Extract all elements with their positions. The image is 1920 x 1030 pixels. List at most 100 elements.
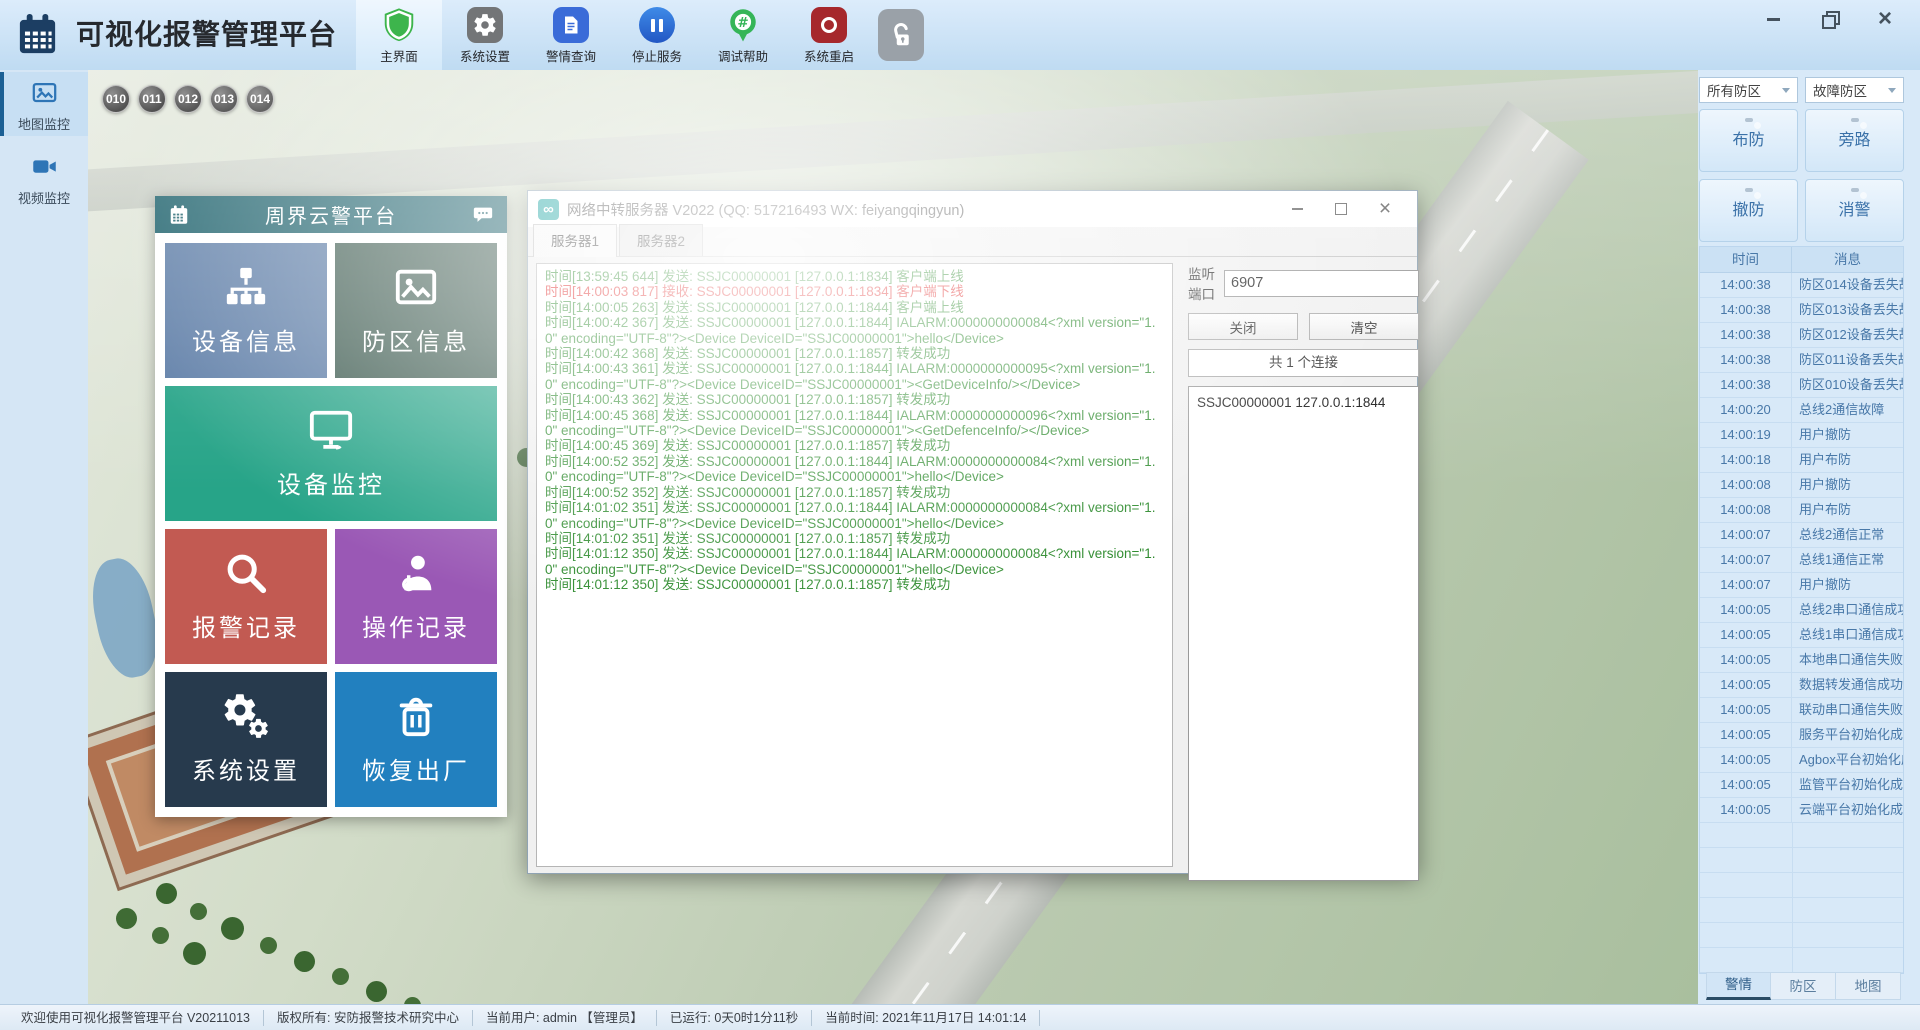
table-row[interactable]: 14:00:07 总线2通信正常	[1700, 523, 1903, 548]
zone-marker[interactable]: 012	[174, 85, 202, 113]
silence-alarm-button[interactable]: 消警	[1805, 179, 1904, 242]
map-canvas[interactable]: 010 011 012 013 014 周界云警平台 设备信息 防区信息 设备监…	[88, 70, 1698, 1004]
image-icon	[32, 82, 56, 103]
tile-operation-records[interactable]: 操作记录	[335, 529, 497, 664]
minimize-button[interactable]	[1752, 6, 1794, 32]
tile-label: 防区信息	[362, 329, 470, 356]
operator-icon	[402, 555, 432, 592]
tile-factory-reset[interactable]: 恢复出厂	[335, 672, 497, 807]
table-row[interactable]: 14:00:05 总线1串口通信成功	[1700, 623, 1903, 648]
event-table-body: 14:00:38 防区014设备丢失故障 14:00:38 防区013设备丢失故…	[1700, 273, 1903, 823]
zone-marker[interactable]: 014	[246, 85, 274, 113]
bypass-button[interactable]: 旁路	[1805, 109, 1904, 172]
status-segment: 已运行: 0天0时1分11秒	[657, 1009, 813, 1026]
toolbar-item-label: 警情查询	[545, 50, 596, 64]
quick-panel-header: 周界云警平台	[155, 196, 507, 233]
disarm-button[interactable]: 撤防	[1699, 179, 1798, 242]
table-row[interactable]: 14:00:38 防区013设备丢失故障	[1700, 298, 1903, 323]
toolbar-item-system-settings[interactable]: 系统设置	[442, 0, 528, 70]
zone-marker[interactable]: 010	[102, 85, 130, 113]
table-row[interactable]: 14:00:08 用户撤防	[1700, 473, 1903, 498]
restore-button[interactable]	[1808, 6, 1850, 32]
toolbar-item-label: 主界面	[380, 50, 418, 64]
toolbar-item-main[interactable]: 主界面	[356, 0, 442, 70]
dialog-minimize-button[interactable]	[1275, 196, 1319, 222]
clear-log-button[interactable]: 清空	[1309, 313, 1419, 340]
tab-map[interactable]: 地图	[1836, 972, 1901, 1000]
log-line: 时间[14:00:05 263] 发送: SSJC00000001 [127.0…	[545, 299, 964, 315]
table-row[interactable]: 14:00:05 数据转发通信成功	[1700, 673, 1903, 698]
listen-port-input[interactable]	[1224, 269, 1419, 297]
sidebar-item-map-monitor[interactable]: 地图监控	[0, 72, 88, 136]
gears-icon	[224, 694, 268, 738]
table-row[interactable]: 14:00:38 防区014设备丢失故障	[1700, 273, 1903, 298]
table-row[interactable]: 14:00:05 本地串口通信失败	[1700, 648, 1903, 673]
toolbar-item-label: 系统设置	[459, 50, 510, 64]
right-panel-tabs: 警情 防区 地图	[1706, 972, 1901, 1000]
close-server-button[interactable]: 关闭	[1188, 313, 1298, 340]
video-camera-icon	[32, 160, 56, 173]
table-row[interactable]: 14:00:05 联动串口通信失败	[1700, 698, 1903, 723]
tile-zone-info[interactable]: 防区信息	[335, 243, 497, 378]
unlock-icon[interactable]	[872, 0, 930, 70]
app-title: 可视化报警管理平台	[76, 19, 338, 50]
connection-list[interactable]: SSJC00000001 127.0.0.1:1844	[1188, 386, 1419, 881]
table-row[interactable]: 14:00:08 用户布防	[1700, 498, 1903, 523]
table-row[interactable]: 14:00:05 服务平台初始化成功	[1700, 723, 1903, 748]
zone-marker[interactable]: 011	[138, 85, 166, 113]
zone-filter-select[interactable]: 所有防区	[1699, 77, 1798, 103]
tile-system-settings[interactable]: 系统设置	[165, 672, 327, 807]
close-button[interactable]	[1864, 6, 1906, 32]
table-row[interactable]: 14:00:38 防区011设备丢失故障	[1700, 348, 1903, 373]
dialog-close-button[interactable]	[1363, 196, 1407, 222]
table-row[interactable]: 14:00:38 防区012设备丢失故障	[1700, 323, 1903, 348]
tile-device-monitor[interactable]: 设备监控	[165, 386, 497, 521]
table-row[interactable]: 14:00:05 Agbox平台初始化成功	[1700, 748, 1903, 773]
tab-server1[interactable]: 服务器1	[533, 224, 618, 257]
arm-button[interactable]: 布防	[1699, 109, 1798, 172]
svg-text:#: #	[737, 15, 748, 31]
zone-marker[interactable]: 013	[210, 85, 238, 113]
help-pin-icon: #	[723, 5, 763, 45]
sidebar-item-label: 视频监控	[17, 191, 70, 206]
table-row[interactable]: 14:00:19 用户撤防	[1700, 423, 1903, 448]
toolbar-item-alarm-query[interactable]: 警情查询	[528, 0, 614, 70]
log-line: 时间[14:00:43 361] 发送: SSJC00000001 [127.0…	[545, 361, 1156, 392]
monitor-icon	[309, 410, 353, 450]
toolbar-item-system-restart[interactable]: 系统重启	[786, 0, 872, 70]
log-line: 时间[14:00:45 369] 发送: SSJC00000001 [127.0…	[545, 438, 951, 454]
sidebar-item-video-monitor[interactable]: 视频监控	[0, 146, 88, 210]
table-row[interactable]: 14:00:20 总线2通信故障	[1700, 398, 1903, 423]
dialog-maximize-button[interactable]	[1319, 196, 1363, 222]
tile-alarm-records[interactable]: 报警记录	[165, 529, 327, 664]
chat-bubble-icon[interactable]	[472, 204, 494, 226]
dialog-title: 网络中转服务器 V2022 (QQ: 517216493 WX: feiyang…	[567, 202, 965, 219]
toolbar-item-debug-help[interactable]: # 调试帮助	[700, 0, 786, 70]
top-bar: 可视化报警管理平台 主界面 系统设置 警情查询 停止服务 # 调试帮助 系统重启…	[0, 0, 1920, 70]
server-log[interactable]: 时间[13:59:45 644] 发送: SSJC00000001 [127.0…	[536, 263, 1173, 867]
table-row[interactable]: 14:00:05 云端平台初始化成功	[1700, 798, 1903, 823]
table-row[interactable]: 14:00:05 总线2串口通信成功	[1700, 598, 1903, 623]
tab-server2[interactable]: 服务器2	[619, 224, 704, 256]
table-row[interactable]: 14:00:07 总线1通信正常	[1700, 548, 1903, 573]
left-sidebar: 地图监控 视频监控	[0, 70, 88, 1004]
table-row[interactable]: 14:00:05 监管平台初始化成功	[1700, 773, 1903, 798]
toolbar-item-stop-service[interactable]: 停止服务	[614, 0, 700, 70]
tab-zones[interactable]: 防区	[1771, 972, 1836, 1000]
app-logo-calendar-icon	[14, 11, 61, 58]
table-row[interactable]: 14:00:18 用户布防	[1700, 448, 1903, 473]
restart-icon	[809, 5, 849, 45]
dialog-side-panel: 监听端口 关闭 清空 共 1 个连接 SSJC00000001 127.0.0.…	[1188, 263, 1419, 881]
dialog-tabs: 服务器1 服务器2	[528, 224, 1417, 257]
table-row[interactable]: 14:00:07 用户撤防	[1700, 573, 1903, 598]
connection-item[interactable]: SSJC00000001 127.0.0.1:1844	[1197, 393, 1410, 412]
event-table: 时间 消息 14:00:38 防区014设备丢失故障 14:00:38 防区01…	[1699, 246, 1904, 974]
log-line: 时间[14:00:03 817] 接收: SSJC00000001 [127.0…	[545, 284, 964, 300]
status-bar: 欢迎使用可视化报警管理平台 V20211013 版权所有: 安防报警技术研究中心当…	[0, 1004, 1920, 1030]
tile-device-info[interactable]: 设备信息	[165, 243, 327, 378]
tab-alarms[interactable]: 警情	[1706, 972, 1771, 1000]
dialog-titlebar[interactable]: ∞ 网络中转服务器 V2022 (QQ: 517216493 WX: feiya…	[528, 191, 1417, 227]
table-row[interactable]: 14:00:38 防区010设备丢失故障	[1700, 373, 1903, 398]
calendar-icon	[170, 204, 188, 224]
fault-filter-select[interactable]: 故障防区	[1805, 77, 1904, 103]
